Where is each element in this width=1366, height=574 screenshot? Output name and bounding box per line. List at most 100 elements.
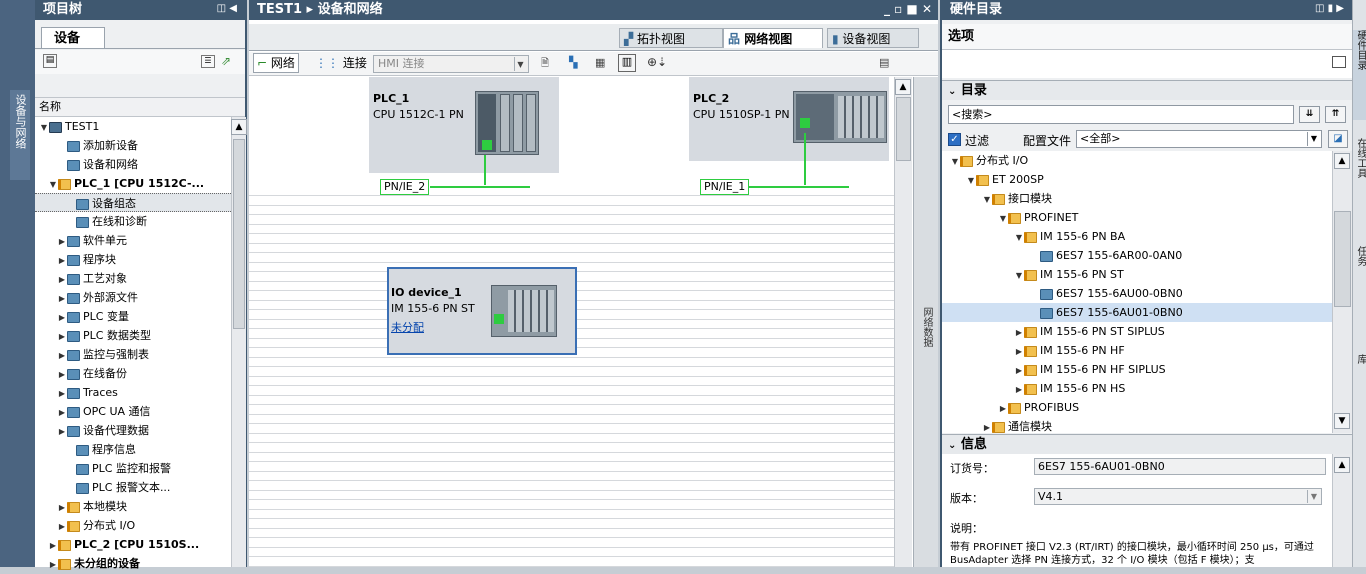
catalog-scrollbar[interactable]: ▲ ▼ xyxy=(1332,151,1352,433)
tree-item[interactable]: ▶ PLC_2 [CPU 1510S... xyxy=(35,535,231,554)
expand-down-icon[interactable]: ▼ xyxy=(950,152,960,171)
tree-item[interactable]: ▶ 软件单元 xyxy=(35,231,231,250)
catalog-item[interactable]: ▶ IM 155-6 PN HF SIPLUS xyxy=(942,360,1332,379)
expand-down-icon[interactable]: ▼ xyxy=(39,118,49,137)
catalog-scroll-up-icon[interactable]: ▲ xyxy=(1334,153,1350,169)
catalog-item[interactable]: ▼ PROFINET xyxy=(942,208,1332,227)
canvas-scrollbar[interactable]: ▲ xyxy=(894,77,912,567)
expand-right-icon[interactable]: ▶ xyxy=(1014,361,1024,380)
tree-scroll-thumb[interactable] xyxy=(233,139,245,329)
tree-item[interactable]: ▶ 工艺对象 xyxy=(35,269,231,288)
network-data-tab[interactable]: 网络数据 xyxy=(919,307,934,347)
canvas-scroll-up-icon[interactable]: ▲ xyxy=(895,79,911,95)
expand-right-icon[interactable]: ▶ xyxy=(57,403,67,422)
expand-right-icon[interactable]: ▶ xyxy=(998,399,1008,418)
export-icon[interactable]: ⇗ xyxy=(221,54,237,69)
expand-down-icon[interactable]: ▼ xyxy=(1014,266,1024,285)
catalog-item[interactable]: ▼ 分布式 I/O xyxy=(942,151,1332,170)
window-controls[interactable]: _ ▫ ■ ✕ xyxy=(884,2,932,16)
right-strip-tab[interactable]: 库 xyxy=(1353,354,1366,444)
tree-item[interactable]: ▶ 分布式 I/O xyxy=(35,516,231,535)
network-button[interactable]: ⌐ 网络 xyxy=(253,53,299,73)
address-icon[interactable]: ▚ xyxy=(569,56,577,69)
network-canvas[interactable]: PLC_1 CPU 1512C-1 PN PN/IE_2 PLC_2 CPU 1… xyxy=(249,77,894,567)
tree-item[interactable]: ▶ PLC 变量 xyxy=(35,307,231,326)
catalog-item[interactable]: 6ES7 155-6AR00-0AN0 xyxy=(942,246,1332,265)
tree-scrollbar[interactable]: ▲ xyxy=(231,117,247,567)
scroll-up-icon[interactable]: ▲ xyxy=(231,119,247,135)
tree-item[interactable]: ▶ OPC UA 通信 xyxy=(35,402,231,421)
info-scrollbar[interactable]: ▲ xyxy=(1332,454,1352,567)
right-strip-tab[interactable]: 在线工具 xyxy=(1353,138,1366,228)
device-plc2[interactable]: PLC_2 CPU 1510SP-1 PN xyxy=(689,77,889,161)
profile-select[interactable]: <全部> ▼ xyxy=(1076,130,1322,148)
search-down-icon[interactable]: ⇊ xyxy=(1299,106,1320,123)
tree-item[interactable]: ▶ 本地模块 xyxy=(35,497,231,516)
device-io-device1[interactable]: IO device_1 IM 155-6 PN ST 未分配 xyxy=(387,267,577,355)
tree-item[interactable]: ▶ 监控与强制表 xyxy=(35,345,231,364)
tree-item[interactable]: ▶ 程序块 xyxy=(35,250,231,269)
overview-icon[interactable]: ▥ xyxy=(618,54,636,72)
catalog-item[interactable]: ▼ ET 200SP xyxy=(942,170,1332,189)
tree-item[interactable]: ▶ 在线备份 xyxy=(35,364,231,383)
expand-right-icon[interactable]: ▶ xyxy=(48,536,58,555)
filter-checkbox[interactable]: ✓ xyxy=(948,133,961,146)
tree-item[interactable]: ▶ 外部源文件 xyxy=(35,288,231,307)
expand-down-icon[interactable]: ▼ xyxy=(982,190,992,209)
version-select[interactable]: V4.1 ▼ xyxy=(1034,488,1322,505)
plc2-subnet-label[interactable]: PN/IE_1 xyxy=(700,179,750,195)
right-strip-tab[interactable]: 任务 xyxy=(1353,246,1366,336)
tree-item[interactable]: 在线和诊断 xyxy=(35,212,231,231)
tree-item[interactable]: ▼ TEST1 xyxy=(35,117,231,136)
tree-item[interactable]: 设备组态 xyxy=(35,193,231,212)
expand-down-icon[interactable]: ▼ xyxy=(998,209,1008,228)
search-up-icon[interactable]: ⇈ xyxy=(1325,106,1346,123)
expand-right-icon[interactable]: ▶ xyxy=(57,251,67,270)
expand-right-icon[interactable]: ▶ xyxy=(57,327,67,346)
info-scroll-up-icon[interactable]: ▲ xyxy=(1334,457,1350,473)
tree-item[interactable]: 添加新设备 xyxy=(35,136,231,155)
device-plc1[interactable]: PLC_1 CPU 1512C-1 PN xyxy=(369,77,559,173)
expand-right-icon[interactable]: ▶ xyxy=(57,289,67,308)
expand-right-icon[interactable]: ▶ xyxy=(982,418,992,433)
catalog-item[interactable]: ▼ IM 155-6 PN ST xyxy=(942,265,1332,284)
right-strip-tab[interactable]: 硬件目录 xyxy=(1353,30,1366,120)
catalog-pin-icon[interactable]: ◫ ▮ ▶ xyxy=(1315,3,1344,14)
expand-right-icon[interactable]: ▶ xyxy=(57,346,67,365)
left-strip-tab[interactable]: 设备与网络 xyxy=(10,90,30,180)
catalog-item[interactable]: 6ES7 155-6AU01-0BN0 xyxy=(942,303,1332,322)
layout-icon[interactable]: ▤ xyxy=(879,56,889,69)
io-device-assign-link[interactable]: 未分配 xyxy=(391,321,424,335)
tab-devices[interactable]: 设备 xyxy=(41,27,105,49)
expand-down-icon[interactable]: ▼ xyxy=(1014,228,1024,247)
collapse-panel-icon[interactable]: ◫ ◀ xyxy=(217,3,237,14)
tree-item[interactable]: 设备和网络 xyxy=(35,155,231,174)
connection-button[interactable]: ⋮⋮ 连接 xyxy=(315,53,367,73)
catalog-search-input[interactable]: <搜索> xyxy=(948,105,1294,124)
expand-right-icon[interactable]: ▶ xyxy=(1014,380,1024,399)
catalog-item[interactable]: ▶ IM 155-6 PN ST SIPLUS xyxy=(942,322,1332,341)
zoom-icon[interactable]: ⊕⇣ xyxy=(647,55,667,69)
hmi-connection-select[interactable]: HMI 连接 ▼ xyxy=(373,55,529,73)
expand-down-icon[interactable]: ▼ xyxy=(966,171,976,190)
catalog-item[interactable]: ▶ PROFIBUS xyxy=(942,398,1332,417)
tree-item[interactable]: 程序信息 xyxy=(35,440,231,459)
info-section-header[interactable]: ⌄ 信息 xyxy=(942,434,1352,454)
options-toggle-icon[interactable] xyxy=(1332,56,1346,68)
catalog-item[interactable]: ▼ 接口模块 xyxy=(942,189,1332,208)
tree-item[interactable]: ▶ Traces xyxy=(35,383,231,402)
rename-icon[interactable]: 🗎 xyxy=(541,56,549,73)
catalog-item[interactable]: ▼ IM 155-6 PN BA xyxy=(942,227,1332,246)
tab-device-view[interactable]: ▮ 设备视图 xyxy=(827,28,919,48)
profile-edit-icon[interactable]: ◪ xyxy=(1328,130,1348,148)
expand-right-icon[interactable]: ▶ xyxy=(57,498,67,517)
tab-network-view[interactable]: 品 网络视图 xyxy=(723,28,823,48)
tab-topology-view[interactable]: ▞ 拓扑视图 xyxy=(619,28,723,48)
tree-item[interactable]: ▶ 设备代理数据 xyxy=(35,421,231,440)
tree-item[interactable]: PLC 监控和报警 xyxy=(35,459,231,478)
catalog-scroll-thumb[interactable] xyxy=(1334,211,1351,307)
list-view-icon[interactable]: ☰ xyxy=(201,55,215,68)
expand-right-icon[interactable]: ▶ xyxy=(57,232,67,251)
catalog-item[interactable]: ▶ IM 155-6 PN HF xyxy=(942,341,1332,360)
catalog-item[interactable]: 6ES7 155-6AU00-0BN0 xyxy=(942,284,1332,303)
